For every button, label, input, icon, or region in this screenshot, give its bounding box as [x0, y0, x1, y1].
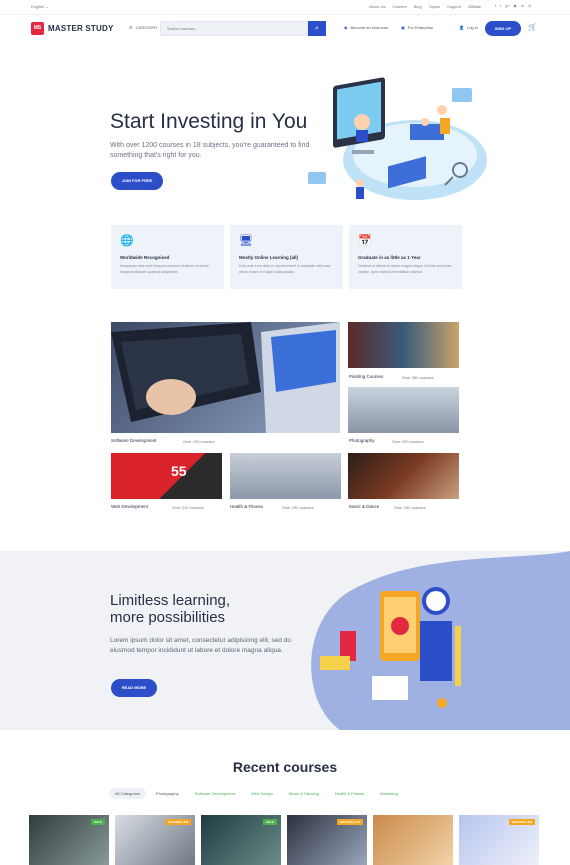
tab-music-dancing[interactable]: Music & Dancing [283, 788, 325, 799]
feature-title: Mostly Online Learning (all) [239, 255, 299, 260]
search-input[interactable] [160, 21, 308, 36]
social-icons: f t g+ ▶ in ◎ [495, 3, 532, 8]
course-filter-tabs: All Categories Photography Software Deve… [109, 788, 404, 799]
tab-photography[interactable]: Photography [150, 788, 185, 799]
hero-illustration [308, 77, 487, 200]
feature-card-worldwide: 🌐 Worldwide Recognised Nonsquam eius mod… [111, 225, 224, 289]
tab-marketing[interactable]: Marketing [374, 788, 404, 799]
course-badge: SALE [262, 819, 277, 825]
top-link-affiliate[interactable]: Affiliate [468, 4, 481, 9]
menu-icon: ☰ [129, 25, 133, 30]
category-image-photography[interactable] [348, 387, 459, 433]
tab-health-fitness[interactable]: Health & Fitness [329, 788, 370, 799]
logo-text[interactable]: MASTER STUDY [48, 24, 114, 33]
course-card[interactable] [373, 815, 453, 865]
language-selector[interactable]: English ⌄ [31, 4, 49, 9]
facebook-icon[interactable]: f [495, 3, 496, 8]
category-image-fitness[interactable] [230, 453, 341, 499]
category-label[interactable]: Music & Dance [349, 504, 379, 509]
category-count: Over 210 courses [172, 505, 204, 510]
course-badge: SALE [90, 819, 105, 825]
promo-title-line1: Limitless learning, [110, 592, 231, 609]
twitter-icon[interactable]: t [500, 3, 501, 8]
category-label[interactable]: Web Development [111, 504, 148, 509]
top-bar: English ⌄ About Us Careers Blog Topics S… [0, 0, 570, 15]
course-badge: BESTSELLER [165, 819, 191, 825]
instagram-icon[interactable]: ◎ [528, 3, 532, 8]
category-label: CATEGORY [135, 25, 158, 30]
youtube-icon[interactable]: ▶ [514, 3, 517, 8]
promo-title: Limitless learning, more possibilities [110, 592, 310, 626]
feature-text: Duis aute irure dolor in reprehenderit i… [239, 264, 331, 274]
logo-icon[interactable]: MS [31, 22, 44, 35]
search-button[interactable]: ⌕ [308, 21, 326, 36]
course-card[interactable]: BESTSELLER [459, 815, 539, 865]
for-enterprise-label: For Enterprise [407, 25, 434, 30]
category-count: Over 290 courses [392, 439, 424, 444]
feature-text: Nonsquam eius modi tempora incidunt ut l… [120, 264, 209, 274]
category-menu[interactable]: ☰ CATEGORY [129, 25, 158, 30]
calendar-icon: 📅 [358, 235, 372, 247]
tab-web-design[interactable]: Web Design [245, 788, 279, 799]
feature-card-graduate: 📅 Graduate in as little as 1 Year Ceddun… [349, 225, 462, 289]
become-instructor-link[interactable]: ◉ Become an Instructor [344, 25, 389, 30]
google-plus-icon[interactable]: g+ [505, 3, 510, 8]
category-count: Over 290 courses [282, 505, 314, 510]
monitor-icon: 🖥 [239, 235, 253, 247]
join-for-free-button[interactable]: JOIN FOR FREE [111, 172, 163, 190]
feature-text: Ceddunt ut labore et dolore magna aliqua… [358, 264, 452, 274]
feature-title: Worldwide Recognised [120, 255, 170, 260]
top-link-topics[interactable]: Topics [429, 4, 440, 9]
promo-title-line2: more possibilities [110, 609, 226, 626]
recent-courses-title: Recent courses [232, 759, 338, 775]
category-count: Over 350 courses [402, 375, 434, 380]
category-count: Over 100 courses [183, 439, 215, 444]
signup-button[interactable]: SING UP [485, 21, 521, 36]
category-label[interactable]: Photography [349, 438, 375, 443]
top-link-about[interactable]: About Us [369, 4, 385, 9]
course-badge: BESTSELLER [509, 819, 535, 825]
search-icon: ⌕ [315, 25, 319, 32]
become-instructor-label: Become an Instructor [350, 25, 389, 30]
linkedin-icon[interactable]: in [521, 3, 524, 8]
read-more-button[interactable]: READ MORE [111, 679, 157, 697]
main-header: MS MASTER STUDY ☰ CATEGORY ⌕ ◉ Become an… [0, 15, 570, 43]
login-label: Log in [466, 25, 478, 30]
feature-card-online: 🖥 Mostly Online Learning (all) Duis aute… [230, 225, 343, 289]
top-link-careers[interactable]: Careers [392, 4, 406, 9]
course-badge: BESTSELLER [337, 819, 363, 825]
course-card[interactable]: BESTSELLER [287, 815, 367, 865]
category-image-web[interactable]: 55 [111, 453, 222, 499]
user-icon: 👤 [459, 25, 464, 30]
building-icon: ▣ [401, 25, 405, 30]
category-image-software[interactable] [111, 322, 340, 433]
category-image-painting[interactable] [348, 322, 459, 368]
top-links: About Us Careers Blog Topics Support Aff… [369, 4, 481, 9]
top-link-support[interactable]: Support [447, 4, 461, 9]
category-count: Over 150 courses [394, 505, 426, 510]
course-card[interactable]: SALE [29, 815, 109, 865]
category-label[interactable]: Health & Fitness [230, 504, 263, 509]
cart-icon[interactable]: 🛒 [528, 23, 537, 31]
top-link-blog[interactable]: Blog [414, 4, 422, 9]
megaphone-icon: ◉ [344, 25, 348, 30]
login-link[interactable]: 👤 Log in [459, 25, 478, 30]
course-card[interactable]: BESTSELLER [115, 815, 195, 865]
category-label[interactable]: Software Development [111, 438, 157, 443]
tab-software-development[interactable]: Software Development [189, 788, 241, 799]
category-label[interactable]: Painting Courses [349, 374, 383, 379]
globe-icon: 🌐 [120, 235, 134, 247]
hero-subtitle: With over 1200 courses in 18 subjects, y… [110, 142, 310, 159]
laptop-photo [111, 322, 340, 433]
course-card[interactable]: SALE [201, 815, 281, 865]
category-image-music[interactable] [348, 453, 459, 499]
promo-text: Lorem ipsum dolor sit amet, consectetur … [110, 637, 292, 654]
hero-title: Start Investing in You [110, 110, 308, 133]
tab-all-categories[interactable]: All Categories [109, 788, 146, 799]
category-image-graphic: 55 [171, 463, 187, 479]
for-enterprise-link[interactable]: ▣ For Enterprise [401, 25, 433, 30]
feature-title: Graduate in as little as 1 Year [358, 255, 421, 260]
